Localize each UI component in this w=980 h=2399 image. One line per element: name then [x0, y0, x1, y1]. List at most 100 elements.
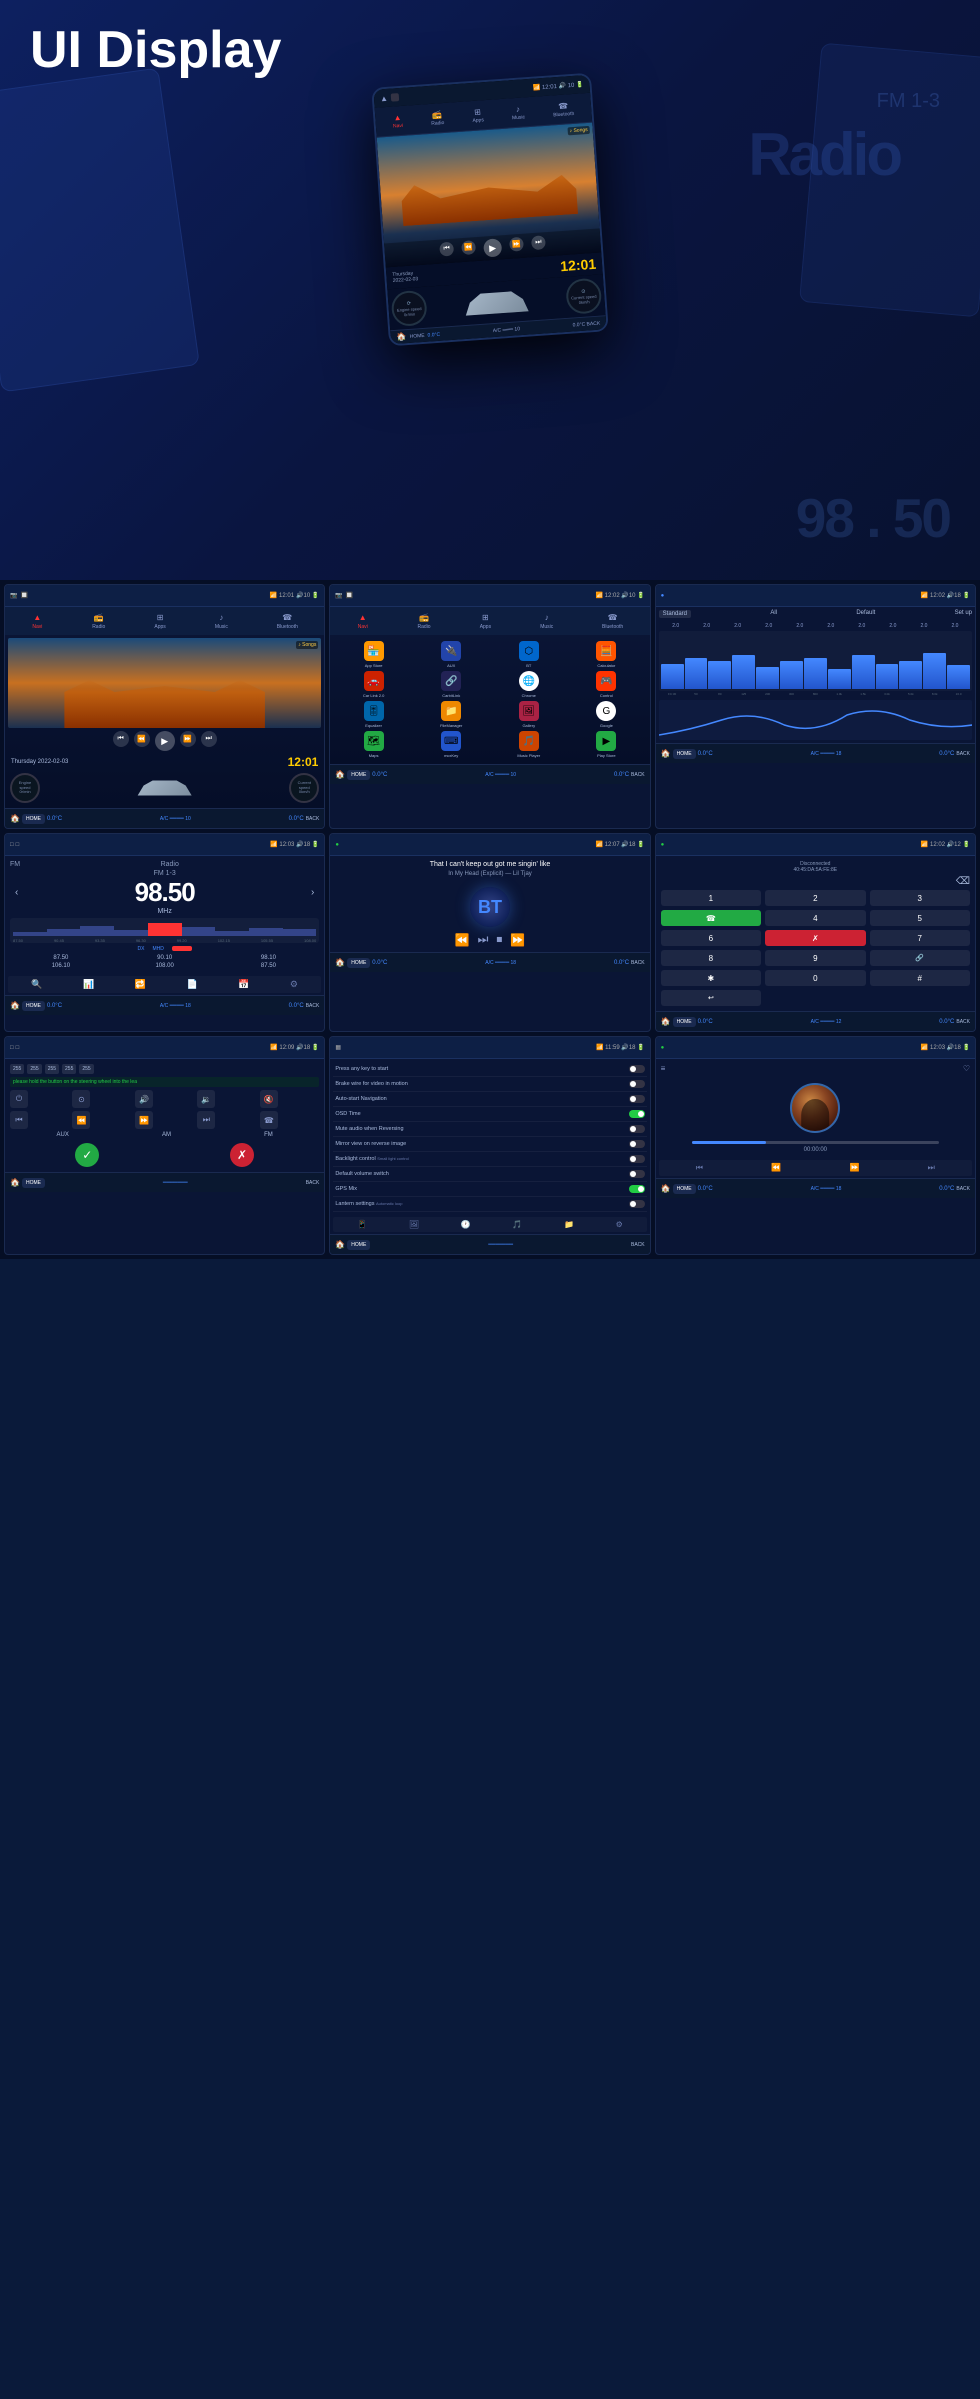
settings-back-btn[interactable]: BACK [631, 1242, 645, 1248]
music-home-btn[interactable]: HOME [673, 1184, 696, 1194]
music-icon-ff[interactable]: ⏩ [849, 1163, 859, 1173]
eq-tab-setup[interactable]: Set up [955, 610, 972, 618]
bt-rw-btn[interactable]: ⏪ [455, 933, 470, 947]
steer-confirm-btn[interactable]: ✓ [75, 1143, 99, 1167]
app-calculator[interactable]: 🧮 Calculator [569, 641, 644, 668]
setting-toggle-8[interactable] [629, 1170, 645, 1178]
steer-pick[interactable]: ☎ [260, 1111, 278, 1129]
music-heart-icon[interactable]: ♡ [963, 1064, 970, 1073]
hero-play-btn[interactable]: ▶ [483, 238, 502, 257]
app-carbitlink[interactable]: 🔗 CarbitLink [414, 671, 489, 698]
bt-home-btn[interactable]: HOME [347, 958, 370, 968]
bt-ff-btn[interactable]: ⏩ [510, 933, 525, 947]
steer-mode[interactable]: ⊙ [72, 1090, 90, 1108]
app-playstore[interactable]: ▶ Play Store [569, 731, 644, 758]
app-eq[interactable]: 🎚 Equalizer [336, 701, 411, 728]
steer-next[interactable]: ⏭ [197, 1111, 215, 1129]
steer-rew[interactable]: ⏪ [72, 1111, 90, 1129]
phone-key-reply[interactable]: ↩ [661, 990, 761, 1006]
setting-toggle-1[interactable] [629, 1065, 645, 1073]
steer-fwd[interactable]: ⏩ [135, 1111, 153, 1129]
app-chrome[interactable]: 🌐 Chrome [491, 671, 566, 698]
radio-prev-btn[interactable]: ‹ [15, 887, 18, 898]
hero-prev-btn[interactable]: ⏮ [439, 242, 454, 257]
phone-key-1[interactable]: 1 [661, 890, 761, 906]
radio-freq-6[interactable]: 87.50 [218, 963, 320, 969]
phone-key-hash[interactable]: # [870, 970, 970, 986]
apps-nav-apps[interactable]: ⊞Apps [479, 613, 491, 630]
app-appstore[interactable]: 🏪 App Store [336, 641, 411, 668]
radio-icon-eq[interactable]: 📊 [83, 979, 94, 990]
radio-freq-4[interactable]: 106.10 [10, 963, 112, 969]
eq-home-btn[interactable]: HOME [673, 749, 696, 759]
prev-btn[interactable]: ⏮ [113, 731, 129, 747]
radio-icon-file[interactable]: 📄 [186, 979, 197, 990]
phone-back-btn[interactable]: BACK [956, 1019, 970, 1025]
home-nav-navi[interactable]: ▲Navi [31, 613, 43, 630]
setting-toggle-2[interactable] [629, 1080, 645, 1088]
phone-backspace[interactable]: ⌫ [661, 876, 970, 887]
radio-icon-settings[interactable]: ⚙ [290, 979, 298, 990]
app-control[interactable]: 🎮 Control [569, 671, 644, 698]
phone-call-btn[interactable]: ☎ [661, 910, 761, 926]
eq-tab-all[interactable]: All [770, 610, 777, 618]
app-bt[interactable]: ⬡ BT [491, 641, 566, 668]
home-nav-radio[interactable]: 📻Radio [92, 613, 105, 630]
settings-icon-gear[interactable]: ⚙ [616, 1220, 623, 1229]
radio-back-btn[interactable]: BACK [306, 1003, 320, 1009]
radio-icon-search[interactable]: 🔍 [31, 979, 42, 990]
phone-hangup-btn[interactable]: ✗ [765, 930, 865, 946]
settings-icon-music[interactable]: 🎵 [512, 1220, 522, 1229]
settings-icon-wifi[interactable]: 🖼 [409, 1220, 419, 1229]
apps-nav-radio[interactable]: 📻Radio [418, 613, 431, 630]
music-icon-rw[interactable]: ⏪ [771, 1163, 781, 1173]
hero-next-btn[interactable]: ⏭ [531, 235, 546, 250]
app-mcxkey[interactable]: ⌨ mcxKey [414, 731, 489, 758]
music-icon-prev[interactable]: ⏮ [696, 1163, 703, 1173]
steer-vol-down[interactable]: 🔉 [197, 1090, 215, 1108]
phone-key-3[interactable]: 3 [870, 890, 970, 906]
setting-toggle-5[interactable] [629, 1125, 645, 1133]
apps-home-btn[interactable]: HOME [347, 770, 370, 780]
radio-freq-5[interactable]: 108.00 [114, 963, 216, 969]
radio-home-btn[interactable]: HOME [22, 1001, 45, 1011]
settings-icon-folder[interactable]: 📁 [564, 1220, 574, 1229]
apps-nav-navi[interactable]: ▲Navi [357, 613, 369, 630]
radio-freq-3[interactable]: 98.10 [218, 955, 320, 961]
bt-next-btn[interactable]: ⏭ [478, 932, 489, 947]
steering-back-btn[interactable]: BACK [306, 1180, 320, 1186]
radio-icon-loop[interactable]: 🔁 [135, 979, 146, 990]
app-maps[interactable]: 🗺 Maps [336, 731, 411, 758]
bt-back-btn[interactable]: BACK [631, 960, 645, 966]
home-nav-bt[interactable]: ☎Bluetooth [277, 613, 298, 630]
bt-stop-btn[interactable]: ⏹ [496, 932, 502, 947]
setting-toggle-4[interactable] [629, 1110, 645, 1118]
apps-nav-bt[interactable]: ☎Bluetooth [602, 613, 623, 630]
setting-toggle-7[interactable] [629, 1155, 645, 1163]
phone-key-9[interactable]: 9 [765, 950, 865, 966]
music-icon-next[interactable]: ⏭ [928, 1163, 935, 1173]
home-nav-apps[interactable]: ⊞Apps [154, 613, 166, 630]
apps-nav-music[interactable]: ♪Music [540, 613, 553, 630]
setting-toggle-10[interactable] [629, 1200, 645, 1208]
app-aux[interactable]: 🔌 AUX [414, 641, 489, 668]
play-btn[interactable]: ▶ [155, 731, 175, 751]
phone-key-4[interactable]: 4 [765, 910, 865, 926]
music-back-btn[interactable]: BACK [956, 1186, 970, 1192]
app-filemanager[interactable]: 📁 FileManager [414, 701, 489, 728]
setting-toggle-6[interactable] [629, 1140, 645, 1148]
rw-btn[interactable]: ⏪ [134, 731, 150, 747]
settings-icon-phone[interactable]: 📱 [357, 1220, 367, 1229]
radio-icon-calendar[interactable]: 📅 [238, 979, 249, 990]
steering-home-btn[interactable]: HOME [22, 1178, 45, 1188]
steer-mute[interactable]: 🔇 [260, 1090, 278, 1108]
home-button[interactable]: HOME [22, 814, 45, 824]
setting-toggle-9[interactable] [629, 1185, 645, 1193]
settings-icon-clock[interactable]: 🕐 [461, 1220, 471, 1229]
steer-vol-up[interactable]: 🔊 [135, 1090, 153, 1108]
phone-key-2[interactable]: 2 [765, 890, 865, 906]
steer-prev[interactable]: ⏮ [10, 1111, 28, 1129]
ff-btn[interactable]: ⏩ [180, 731, 196, 747]
radio-next-btn[interactable]: › [311, 887, 314, 898]
eq-back-btn[interactable]: BACK [956, 751, 970, 757]
